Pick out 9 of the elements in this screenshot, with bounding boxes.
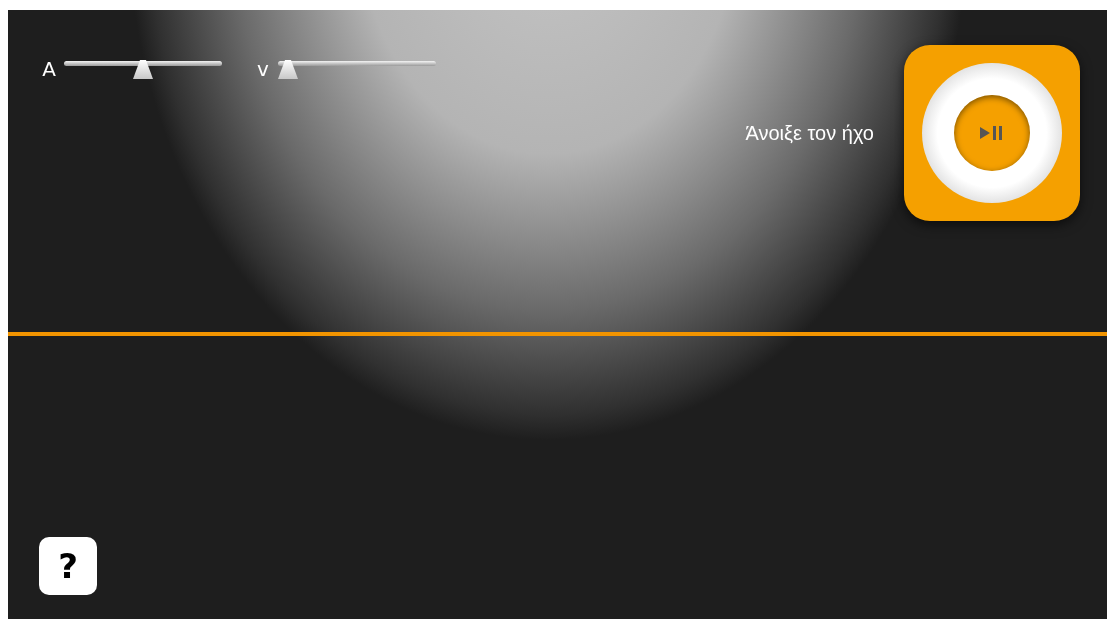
help-button[interactable]: ? [39,537,97,595]
slider-label: v [256,59,270,79]
sound-prompt: Άνοιξε τον ήχο [745,121,874,146]
slider[interactable] [278,59,436,79]
slider[interactable] [64,59,222,79]
slider-thumb[interactable] [278,60,298,79]
play-pause-icon [980,125,1004,141]
play-pause-button[interactable] [904,45,1080,221]
slider-label: A [42,59,56,79]
